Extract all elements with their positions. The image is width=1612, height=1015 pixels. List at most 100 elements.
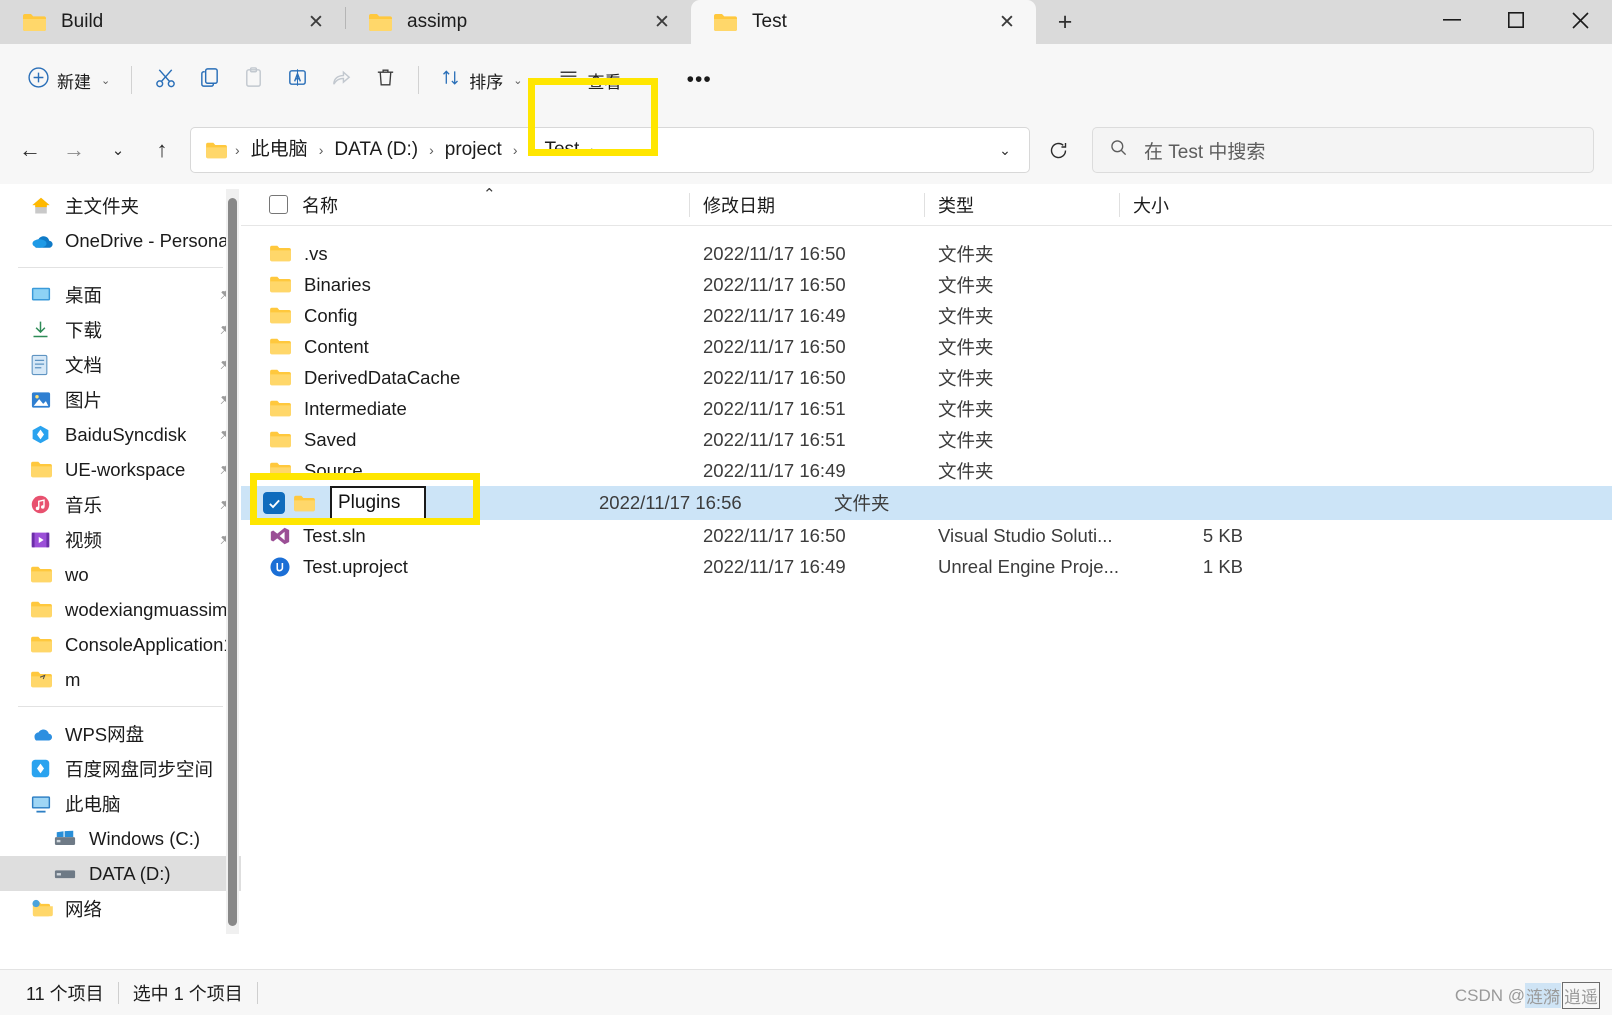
sort-button[interactable]: 排序 ⌄: [430, 58, 532, 102]
sidebar-item-consoleapplication1[interactable]: ConsoleApplication1: [0, 627, 241, 662]
toolbar-divider: [131, 66, 133, 94]
breadcrumb-item-project[interactable]: project: [439, 132, 508, 168]
column-header-type-label: 类型: [938, 195, 974, 216]
sidebar-label: UE-workspace: [65, 458, 186, 480]
column-header-type[interactable]: 类型: [924, 184, 1120, 225]
new-button[interactable]: 新建 ⌄: [18, 58, 120, 102]
back-button[interactable]: ←: [8, 128, 52, 172]
column-header-name-label: 名称: [302, 195, 338, 216]
column-header-date[interactable]: 修改日期: [689, 184, 925, 225]
sidebar-item-ue-workspace[interactable]: UE-workspace: [0, 452, 241, 487]
forward-button[interactable]: →: [52, 128, 96, 172]
sidebar-item-m[interactable]: m: [0, 662, 241, 697]
column-header-size[interactable]: 大小: [1119, 184, 1255, 225]
sidebar-item-music[interactable]: 音乐: [0, 487, 241, 522]
column-headers: 名称 ⌃ 修改日期 类型 大小: [241, 184, 1612, 226]
rename-input[interactable]: Plugins: [330, 486, 426, 520]
sidebar-item-baidusyncdisk[interactable]: BaiduSyncdisk: [0, 417, 241, 452]
sidebar-scrollbar[interactable]: [226, 189, 239, 934]
tab-label: assimp: [407, 11, 468, 32]
sidebar-item-videos[interactable]: 视频: [0, 522, 241, 557]
sidebar-item-wo[interactable]: wo: [0, 557, 241, 592]
table-row[interactable]: DerivedDataCache 2022/11/17 16:50 文件夹: [241, 362, 1612, 393]
new-tab-button[interactable]: +: [1042, 2, 1088, 42]
close-icon[interactable]: ✕: [301, 7, 331, 37]
table-row[interactable]: Test.sln 2022/11/17 16:50 Visual Studio …: [241, 520, 1612, 551]
sidebar-item-data-d[interactable]: DATA (D:): [0, 856, 241, 891]
home-icon: [30, 195, 56, 217]
sidebar-label: BaiduSyncdisk: [65, 423, 187, 445]
folder-icon: [30, 565, 56, 584]
paste-button[interactable]: [231, 58, 275, 102]
address-dropdown-button[interactable]: ⌄: [985, 130, 1025, 170]
sidebar-label: m: [65, 668, 81, 690]
file-date: 2022/11/17 16:49: [703, 555, 846, 577]
rename-button[interactable]: [275, 58, 319, 102]
watermark-highlight: 涟漪: [1525, 983, 1561, 1008]
file-type: 文件夹: [938, 367, 994, 389]
tab-test[interactable]: Test ✕: [691, 0, 1036, 44]
copy-button[interactable]: [187, 58, 231, 102]
sidebar-scrollbar-thumb[interactable]: [228, 198, 237, 926]
sidebar-item-home[interactable]: 主文件夹: [0, 188, 241, 223]
sidebar-label: DATA (D:): [89, 862, 171, 884]
sidebar-item-onedrive[interactable]: OneDrive - Personal: [0, 223, 241, 258]
file-rows: .vs 2022/11/17 16:50 文件夹 Binaries 2022/1…: [241, 238, 1612, 582]
sidebar-label: 下载: [65, 319, 103, 341]
table-row[interactable]: Config 2022/11/17 16:49 文件夹: [241, 300, 1612, 331]
table-row[interactable]: Source 2022/11/17 16:49 文件夹: [241, 455, 1612, 486]
select-all-checkbox[interactable]: [269, 195, 288, 214]
breadcrumb-item-data-d[interactable]: DATA (D:): [328, 132, 424, 168]
navigation-bar: ← → ⌄ ↑ › 此电脑 › DATA (D:) › project › Te…: [0, 78, 1612, 184]
close-icon[interactable]: ✕: [647, 7, 677, 37]
sidebar-item-baidu-sync-space[interactable]: 百度网盘同步空间: [0, 751, 241, 786]
file-name: Test.sln: [303, 524, 366, 546]
network-icon: [30, 899, 56, 918]
table-row[interactable]: Saved 2022/11/17 16:51 文件夹: [241, 424, 1612, 455]
share-button[interactable]: [319, 58, 363, 102]
recent-locations-button[interactable]: ⌄: [96, 128, 140, 172]
table-row[interactable]: Test.uproject 2022/11/17 16:49 Unreal En…: [241, 551, 1612, 582]
sidebar-item-downloads[interactable]: 下载: [0, 312, 241, 347]
more-button[interactable]: •••: [677, 58, 722, 102]
sidebar-item-wodexiangmuassimp[interactable]: wodexiangmuassimp: [0, 592, 241, 627]
tab-build[interactable]: Build ✕: [0, 0, 345, 44]
sidebar-item-desktop[interactable]: 桌面: [0, 277, 241, 312]
table-row[interactable]: .vs 2022/11/17 16:50 文件夹: [241, 238, 1612, 269]
table-row[interactable]: Intermediate 2022/11/17 16:51 文件夹: [241, 393, 1612, 424]
sidebar-item-this-pc[interactable]: 此电脑: [0, 786, 241, 821]
maximize-button[interactable]: [1484, 0, 1548, 40]
table-row-selected[interactable]: Plugins 2022/11/17 16:56 文件夹: [241, 486, 1612, 520]
scissors-icon: [154, 66, 177, 94]
breadcrumb-item-test[interactable]: Test: [538, 132, 585, 168]
sidebar-item-network[interactable]: 网络: [0, 891, 241, 926]
search-input[interactable]: 在 Test 中搜索: [1092, 127, 1594, 173]
view-icon: [558, 67, 579, 93]
file-date: 2022/11/17 16:50: [703, 335, 846, 357]
minimize-button[interactable]: [1420, 0, 1484, 40]
sidebar-item-documents[interactable]: 文档: [0, 347, 241, 382]
up-button[interactable]: ↑: [140, 128, 184, 172]
table-row[interactable]: Content 2022/11/17 16:50 文件夹: [241, 331, 1612, 362]
close-button[interactable]: [1548, 0, 1612, 40]
column-header-name[interactable]: 名称 ⌃: [255, 184, 690, 225]
folder-shortcut-icon: [30, 670, 56, 689]
breadcrumb-item-this-pc[interactable]: 此电脑: [245, 132, 314, 168]
delete-button[interactable]: [363, 58, 407, 102]
sidebar-item-windows-c[interactable]: Windows (C:): [0, 821, 241, 856]
address-bar[interactable]: › 此电脑 › DATA (D:) › project › Test › ⌄: [190, 127, 1030, 173]
item-count: 11 个项目: [26, 983, 104, 1004]
file-size: 1 KB: [1202, 555, 1243, 577]
sidebar-item-wps-cloud[interactable]: WPS网盘: [0, 716, 241, 751]
sidebar-item-pictures[interactable]: 图片: [0, 382, 241, 417]
file-name: Config: [304, 304, 358, 326]
tab-assimp[interactable]: assimp ✕: [346, 0, 691, 44]
main-body: 主文件夹 OneDrive - Personal 桌面 下载 文档 图片 Bai…: [0, 184, 1612, 969]
row-checkbox-checked[interactable]: [263, 492, 285, 514]
sidebar-label: 桌面: [65, 284, 103, 306]
close-icon[interactable]: ✕: [992, 7, 1022, 37]
table-row[interactable]: Binaries 2022/11/17 16:50 文件夹: [241, 269, 1612, 300]
cut-button[interactable]: [143, 58, 187, 102]
view-button[interactable]: 查看 ⌄: [548, 58, 650, 102]
refresh-button[interactable]: [1034, 128, 1082, 172]
